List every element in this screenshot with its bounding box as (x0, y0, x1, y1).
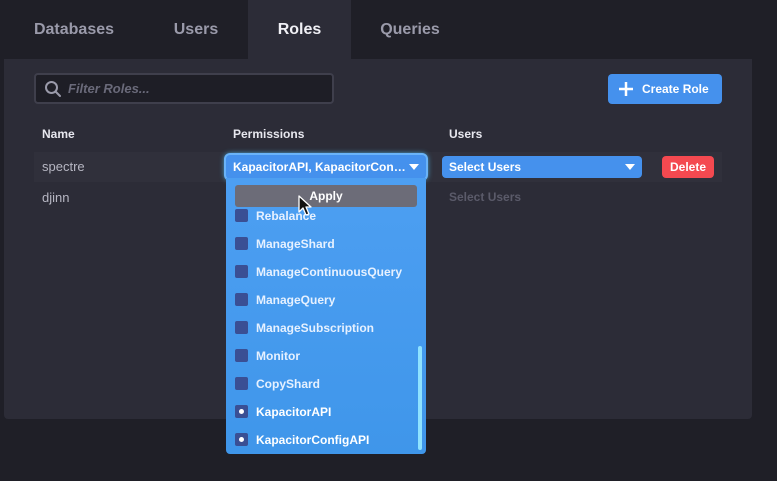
permission-option-label: ManageContinuousQuery (256, 265, 403, 279)
permissions-menu: Rebalance ManageShard ManageContinuousQu… (226, 178, 426, 454)
permission-option-label: ManageShard (256, 237, 335, 251)
permission-option[interactable]: CopyShard (226, 370, 416, 398)
permission-option[interactable]: KapacitorAPI (226, 398, 416, 426)
tab-databases[interactable]: Databases (0, 0, 148, 59)
users-dropdown-value: Select Users (449, 160, 522, 174)
permission-option-label: Monitor (256, 349, 300, 363)
column-header-name: Name (42, 127, 75, 141)
apply-label: Apply (309, 189, 343, 203)
menu-scrollbar[interactable] (418, 346, 422, 450)
mouse-cursor-icon (298, 195, 312, 216)
chevron-down-icon (625, 164, 635, 170)
tab-label: Roles (277, 20, 322, 38)
users-select-placeholder[interactable]: Select Users (449, 190, 521, 204)
tab-label: Databases (33, 20, 115, 38)
checkbox[interactable] (235, 265, 248, 278)
tab-bar: Databases Users Roles Queries (0, 0, 777, 59)
permission-option-label: ManageSubscription (256, 321, 375, 335)
tab-roles[interactable]: Roles (248, 0, 351, 59)
create-role-label: Create Role (642, 82, 709, 96)
permission-option[interactable]: KapacitorConfigAPI (226, 426, 416, 454)
permission-option-label: ManageQuery (256, 293, 336, 307)
column-header-users: Users (449, 127, 483, 141)
permission-option-label: KapacitorConfigAPI (256, 433, 370, 447)
permissions-dropdown-value: KapacitorAPI, KapacitorConfigAPI (233, 160, 408, 174)
checkbox[interactable] (235, 209, 248, 222)
filter-roles-search (34, 73, 334, 104)
permission-option-label: KapacitorAPI (256, 405, 332, 419)
chevron-down-icon (409, 164, 419, 170)
permission-option[interactable]: ManageShard (226, 230, 416, 258)
permission-option[interactable]: Monitor (226, 342, 416, 370)
checkbox[interactable] (235, 237, 248, 250)
filter-roles-input[interactable] (68, 75, 328, 102)
tab-users[interactable]: Users (148, 0, 244, 59)
permissions-dropdown[interactable]: KapacitorAPI, KapacitorConfigAPI (226, 155, 426, 179)
apply-button[interactable]: Apply (235, 185, 417, 207)
delete-label: Delete (669, 160, 707, 174)
create-role-button[interactable]: Create Role (608, 74, 722, 104)
role-name: djinn (42, 190, 70, 205)
permission-option-label: CopyShard (256, 377, 321, 391)
checkbox[interactable] (235, 293, 248, 306)
search-icon (45, 81, 61, 97)
permission-option[interactable]: ManageSubscription (226, 314, 416, 342)
role-name: spectre (42, 159, 85, 174)
permission-option[interactable]: ManageContinuousQuery (226, 258, 416, 286)
tab-queries[interactable]: Queries (351, 0, 469, 59)
checkbox[interactable] (235, 321, 248, 334)
users-dropdown[interactable]: Select Users (442, 156, 642, 178)
tab-label: Queries (380, 20, 440, 38)
delete-role-button[interactable]: Delete (662, 156, 714, 178)
checkbox[interactable] (235, 377, 248, 390)
permission-option[interactable]: ManageQuery (226, 286, 416, 314)
plus-icon (619, 82, 633, 96)
column-header-permissions: Permissions (233, 127, 305, 141)
checkbox-checked[interactable] (235, 433, 248, 446)
checkbox[interactable] (235, 349, 248, 362)
checkbox-checked[interactable] (235, 405, 248, 418)
tab-label: Users (173, 20, 219, 38)
